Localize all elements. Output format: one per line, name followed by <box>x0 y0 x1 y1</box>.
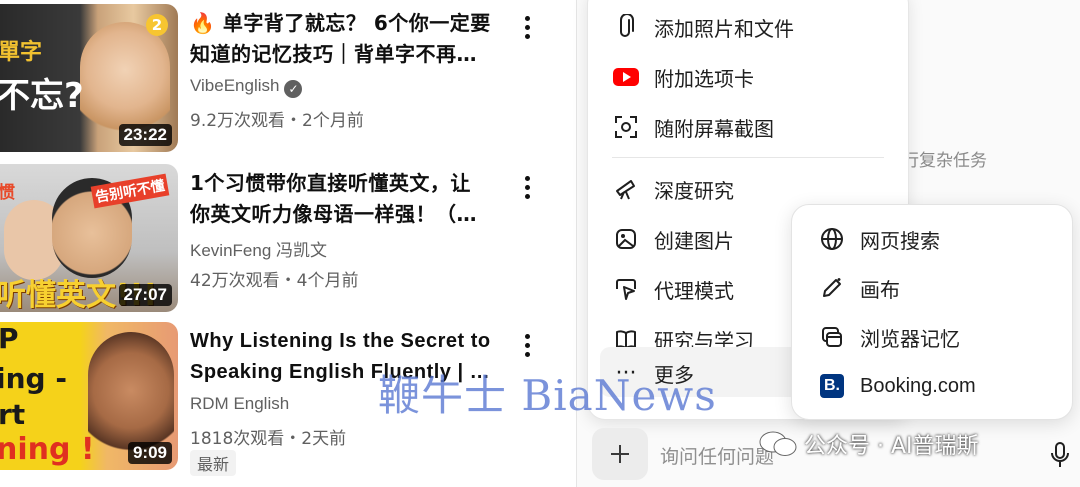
title-line: 1个习惯带你直接听懂英文，让 <box>190 171 471 195</box>
thumbnail-text: 不忘? <box>0 76 84 116</box>
verified-icon: ✓ <box>284 80 303 98</box>
menu-item-attach-screenshot[interactable]: 随附屏幕截图 <box>612 107 774 147</box>
paperclip-icon <box>612 13 640 41</box>
menu-item-label: 代理模式 <box>654 278 734 303</box>
menu-item-add-photos-files[interactable]: 添加照片和文件 <box>612 7 794 47</box>
thumbnail-text: rt <box>0 398 26 431</box>
title-line: 你英文听力像母语一样强！（… <box>190 202 477 226</box>
submenu-item-label: 画布 <box>860 277 900 302</box>
video-meta: 42万次观看・4个月前 <box>190 271 359 291</box>
duration-badge: 27:07 <box>118 284 172 306</box>
video-item[interactable]: 單字 不忘? 2 23:22 🔥 单字背了就忘？ 6个你一定要 知道的记忆技巧｜… <box>0 4 560 152</box>
more-submenu: 网页搜索 画布 浏览器记忆 B. Booking.com <box>791 204 1073 420</box>
submenu-item-canvas[interactable]: 画布 <box>818 268 900 308</box>
menu-item-label: 随附屏幕截图 <box>654 116 774 141</box>
menu-item-label: 添加照片和文件 <box>654 16 794 41</box>
thumbnail-text: P <box>0 322 19 355</box>
globe-icon <box>818 225 846 253</box>
video-meta: 9.2万次观看・2个月前 <box>190 111 364 131</box>
wechat-icon <box>759 431 797 456</box>
thumbnail-text: ning ! <box>0 432 95 467</box>
video-item[interactable]: 惯 告别听不懂 听懂英文!!! 27:07 1个习惯带你直接听懂英文，让 你英文… <box>0 164 560 312</box>
more-options-icon[interactable] <box>519 16 535 46</box>
channel-name[interactable]: RDM English <box>190 394 289 414</box>
browser-memory-icon <box>818 323 846 351</box>
thumbnail-text: 惯 <box>0 183 15 203</box>
watermark-text: 鞭牛士 BiaNews <box>378 371 717 420</box>
video-title[interactable]: 🔥 单字背了就忘？ 6个你一定要 知道的记忆技巧｜背单字不再… <box>190 8 510 70</box>
submenu-item-web-search[interactable]: 网页搜索 <box>818 219 940 259</box>
wechat-caption: 公众号 · AI普瑞斯 <box>758 428 979 460</box>
wechat-caption-text: 公众号 · AI普瑞斯 <box>804 434 979 459</box>
menu-item-create-image[interactable]: 创建图片 <box>612 219 734 259</box>
menu-item-label: 深度研究 <box>654 178 734 203</box>
pen-icon <box>818 274 846 302</box>
video-thumbnail[interactable]: P ing - rt ning ! 9:09 <box>0 322 178 470</box>
channel-name[interactable]: VibeEnglish ✓ <box>190 76 303 98</box>
plus-button[interactable] <box>592 428 648 480</box>
submenu-item-label: 浏览器记忆 <box>860 326 960 351</box>
video-thumbnail[interactable]: 單字 不忘? 2 23:22 <box>0 4 178 152</box>
menu-item-deep-research[interactable]: 深度研究 <box>612 169 734 209</box>
video-meta: 1818次观看・2天前 <box>190 429 347 449</box>
booking-logo-icon: B. <box>818 372 846 400</box>
number-badge: 2 <box>146 14 168 36</box>
plus-icon <box>611 445 629 463</box>
youtube-icon <box>612 63 640 91</box>
channel-name[interactable]: KevinFeng 冯凯文 <box>190 236 327 261</box>
submenu-item-label: 网页搜索 <box>860 228 940 253</box>
video-title[interactable]: 1个习惯带你直接听懂英文，让 你英文听力像母语一样强！（… <box>190 168 510 230</box>
more-options-icon[interactable] <box>519 334 535 364</box>
more-options-icon[interactable] <box>519 176 535 206</box>
duration-badge: 9:09 <box>127 442 172 464</box>
title-line: 🔥 单字背了就忘？ 6个你一定要 <box>190 11 491 35</box>
menu-item-attach-tab[interactable]: 附加选项卡 <box>612 57 754 97</box>
menu-separator <box>612 157 884 158</box>
title-line: 知道的记忆技巧｜背单字不再… <box>190 42 477 66</box>
submenu-item-booking[interactable]: B. Booking.com <box>818 366 976 406</box>
submenu-item-label: Booking.com <box>860 374 976 397</box>
chat-input[interactable]: 询问任何问题 <box>660 442 774 469</box>
image-icon <box>612 225 640 253</box>
microphone-icon[interactable] <box>1050 440 1070 474</box>
thumbnail-text: ing - <box>0 362 67 395</box>
menu-item-label: 附加选项卡 <box>654 66 754 91</box>
agent-cursor-icon <box>612 275 640 303</box>
menu-item-label: 创建图片 <box>654 228 734 253</box>
thumbnail-text: 單字 <box>0 40 43 65</box>
title-line: Why Listening Is the Secret to <box>190 330 491 352</box>
screenshot-icon <box>612 113 640 141</box>
submenu-item-browser-memory[interactable]: 浏览器记忆 <box>818 317 960 357</box>
duration-badge: 23:22 <box>118 124 172 146</box>
channel-label: VibeEnglish <box>190 76 280 95</box>
telescope-icon <box>612 175 640 203</box>
video-thumbnail[interactable]: 惯 告别听不懂 听懂英文!!! 27:07 <box>0 164 178 312</box>
menu-item-agent-mode[interactable]: 代理模式 <box>612 269 734 309</box>
background-hint-text: 行复杂任务 <box>902 151 987 171</box>
new-badge: 最新 <box>190 450 237 476</box>
